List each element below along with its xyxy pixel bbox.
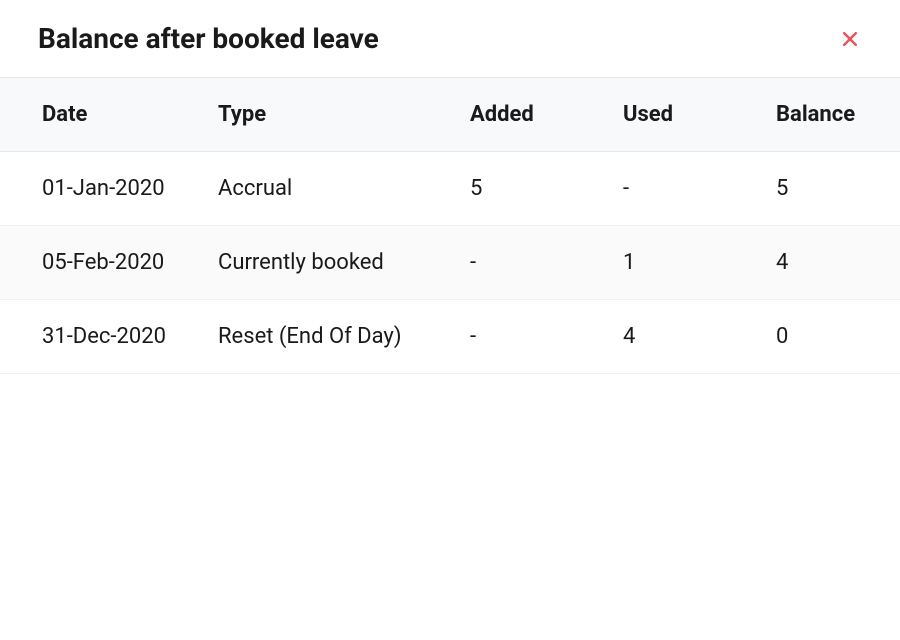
close-button[interactable] bbox=[838, 27, 862, 51]
column-header-date: Date bbox=[0, 78, 198, 152]
cell-used: - bbox=[603, 152, 756, 226]
cell-balance: 4 bbox=[756, 226, 900, 300]
table-row: 31-Dec-2020 Reset (End Of Day) - 4 0 bbox=[0, 300, 900, 374]
cell-type: Reset (End Of Day) bbox=[198, 300, 450, 374]
cell-balance: 5 bbox=[756, 152, 900, 226]
table-row: 01-Jan-2020 Accrual 5 - 5 bbox=[0, 152, 900, 226]
cell-added: - bbox=[450, 300, 603, 374]
balance-table: Date Type Added Used Balance 01-Jan-2020… bbox=[0, 78, 900, 374]
close-icon bbox=[840, 29, 860, 49]
table-body: 01-Jan-2020 Accrual 5 - 5 05-Feb-2020 Cu… bbox=[0, 152, 900, 374]
modal-header: Balance after booked leave bbox=[0, 0, 900, 78]
cell-balance: 0 bbox=[756, 300, 900, 374]
column-header-type: Type bbox=[198, 78, 450, 152]
column-header-balance: Balance bbox=[756, 78, 900, 152]
modal-title: Balance after booked leave bbox=[38, 22, 379, 55]
balance-modal: Balance after booked leave Date Type Add… bbox=[0, 0, 900, 374]
cell-added: 5 bbox=[450, 152, 603, 226]
cell-date: 01-Jan-2020 bbox=[0, 152, 198, 226]
cell-type: Currently booked bbox=[198, 226, 450, 300]
cell-date: 31-Dec-2020 bbox=[0, 300, 198, 374]
cell-added: - bbox=[450, 226, 603, 300]
column-header-added: Added bbox=[450, 78, 603, 152]
column-header-used: Used bbox=[603, 78, 756, 152]
cell-date: 05-Feb-2020 bbox=[0, 226, 198, 300]
cell-used: 1 bbox=[603, 226, 756, 300]
cell-used: 4 bbox=[603, 300, 756, 374]
table-row: 05-Feb-2020 Currently booked - 1 4 bbox=[0, 226, 900, 300]
cell-type: Accrual bbox=[198, 152, 450, 226]
table-header: Date Type Added Used Balance bbox=[0, 78, 900, 152]
